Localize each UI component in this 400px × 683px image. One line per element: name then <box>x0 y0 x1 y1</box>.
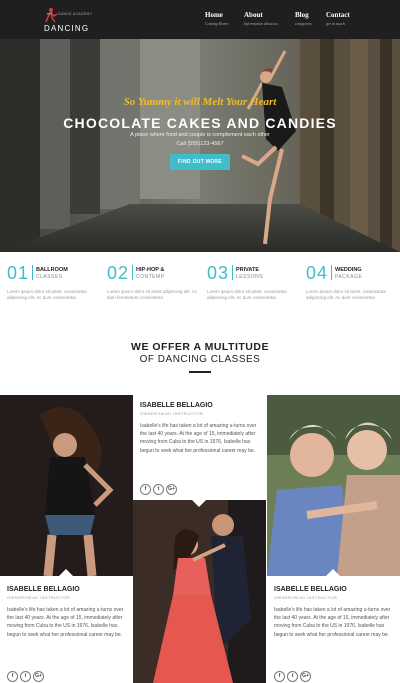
nav-contact[interactable]: Contact get in touch <box>326 11 350 26</box>
instructor-socials: f t G+ <box>274 664 313 682</box>
instructor-name: ISABELLE BELLAGIO <box>7 586 80 593</box>
features-strip: 01 BALLROOM CLASSES Lorem ipsum dolor si… <box>0 252 400 308</box>
offer-heading: WE OFFER A MULTITUDE <box>131 341 269 353</box>
hero-script-heading: So Yummy it will Melt Your Heart <box>123 96 277 108</box>
feature-description: Lorem ipsum dolor sit amet, consectetur … <box>306 289 387 300</box>
offer-underline <box>189 371 211 373</box>
offer-subheading: OF DANCING CLASSES <box>139 354 261 365</box>
google-plus-icon[interactable]: G+ <box>33 671 44 682</box>
feature-number: 01 <box>7 263 30 283</box>
nav-home[interactable]: Home Coming Home <box>205 11 228 26</box>
instructor-name: ISABELLE BELLAGIO <box>274 586 347 593</box>
feature-description: Lorem ipsum dolor sit amet, consectetur … <box>207 289 288 300</box>
google-plus-icon[interactable]: G+ <box>300 671 311 682</box>
nav-about-label: About <box>244 11 263 19</box>
feature-divider <box>232 265 233 280</box>
instructor-bio: Isabelle's life has taken a lot of amazi… <box>140 423 257 454</box>
twitter-icon[interactable]: t <box>153 484 164 495</box>
feature-subtitle: PACKAGE <box>335 274 363 280</box>
instructor-column: ISABELLE BELLAGIO OWNER/HEAD INSTRUCTOR … <box>0 395 133 683</box>
google-plus-icon[interactable]: G+ <box>166 484 177 495</box>
feature-title: WEDDING <box>335 267 362 273</box>
nav-blog-label: Blog <box>295 11 309 19</box>
feature-description: Lorem ipsum dolor sit amet, consectetur … <box>7 289 88 300</box>
feature-number: 02 <box>107 263 130 283</box>
logo-name: DANCING <box>44 24 90 33</box>
facebook-icon[interactable]: f <box>7 671 18 682</box>
feature-subtitle: CONTEMP <box>136 274 165 280</box>
instructor-photo <box>267 395 400 576</box>
instructor-socials: f t G+ <box>140 477 179 495</box>
feature-subtitle: LESSONS <box>236 274 264 280</box>
facebook-icon[interactable]: f <box>274 671 285 682</box>
facebook-icon[interactable]: f <box>140 484 151 495</box>
feature-divider <box>132 265 133 280</box>
hero-title: CHOCOLATE CAKES AND CANDIES <box>63 115 337 131</box>
feature-number: 03 <box>207 263 230 283</box>
instructor-column: ISABELLE BELLAGIO OWNER/HEAD INSTRUCTOR … <box>267 395 400 683</box>
nav-home-sub: Coming Home <box>205 21 229 26</box>
instructor-role: OWNER/HEAD INSTRUCTOR <box>140 411 204 416</box>
find-out-more-button[interactable]: FIND OUT MORE <box>170 154 230 170</box>
nav-blog-sub: categories <box>295 21 312 26</box>
nav-contact-sub: get in touch <box>326 21 345 26</box>
feature-divider <box>331 265 332 280</box>
card-notch <box>59 569 73 576</box>
nav-about[interactable]: About Information about us <box>244 11 278 26</box>
feature-description: Lorem ipsum dolor sit amet adipiscing el… <box>107 289 198 300</box>
nav-about-sub: Information about us <box>244 21 278 26</box>
logo[interactable]: DANCE ACADEMY DANCING <box>44 7 92 35</box>
instructor-photo <box>0 395 133 576</box>
top-nav: DANCE ACADEMY DANCING Home Coming Home A… <box>0 0 400 39</box>
dancer-logo-icon <box>45 8 58 23</box>
instructor-role: OWNER/HEAD INSTRUCTOR <box>7 595 71 600</box>
instructor-role: OWNER/HEAD INSTRUCTOR <box>274 595 338 600</box>
instructor-bio: Isabelle's life has taken a lot of amazi… <box>7 607 124 638</box>
instructor-socials: f t G+ <box>7 664 46 682</box>
feature-title: HIP-HOP & <box>136 267 165 273</box>
instructor-column: ISABELLE BELLAGIO OWNER/HEAD INSTRUCTOR … <box>133 395 266 683</box>
nav-home-label: Home <box>205 11 223 19</box>
feature-divider <box>32 265 33 280</box>
feature-title: BALLROOM <box>36 267 68 273</box>
nav-blog[interactable]: Blog categories <box>295 11 312 26</box>
hero-subtitle: A place where food and couple is complem… <box>130 132 270 138</box>
twitter-icon[interactable]: t <box>287 671 298 682</box>
card-notch <box>326 569 340 576</box>
logo-tagline: DANCE ACADEMY <box>58 12 93 16</box>
instructor-bio: Isabelle's life has taken a lot of amazi… <box>274 607 391 638</box>
twitter-icon[interactable]: t <box>20 671 31 682</box>
feature-title: PRIVATE <box>236 267 260 273</box>
feature-number: 04 <box>306 263 329 283</box>
instructor-name: ISABELLE BELLAGIO <box>140 402 213 409</box>
card-notch <box>192 500 206 507</box>
hero-banner: So Yummy it will Melt Your Heart CHOCOLA… <box>0 39 400 252</box>
hero-phone: Call (555)123-4567 <box>176 141 224 147</box>
nav-contact-label: Contact <box>326 11 350 19</box>
instructor-photo <box>133 500 266 683</box>
feature-subtitle: CLASSES <box>36 274 63 280</box>
